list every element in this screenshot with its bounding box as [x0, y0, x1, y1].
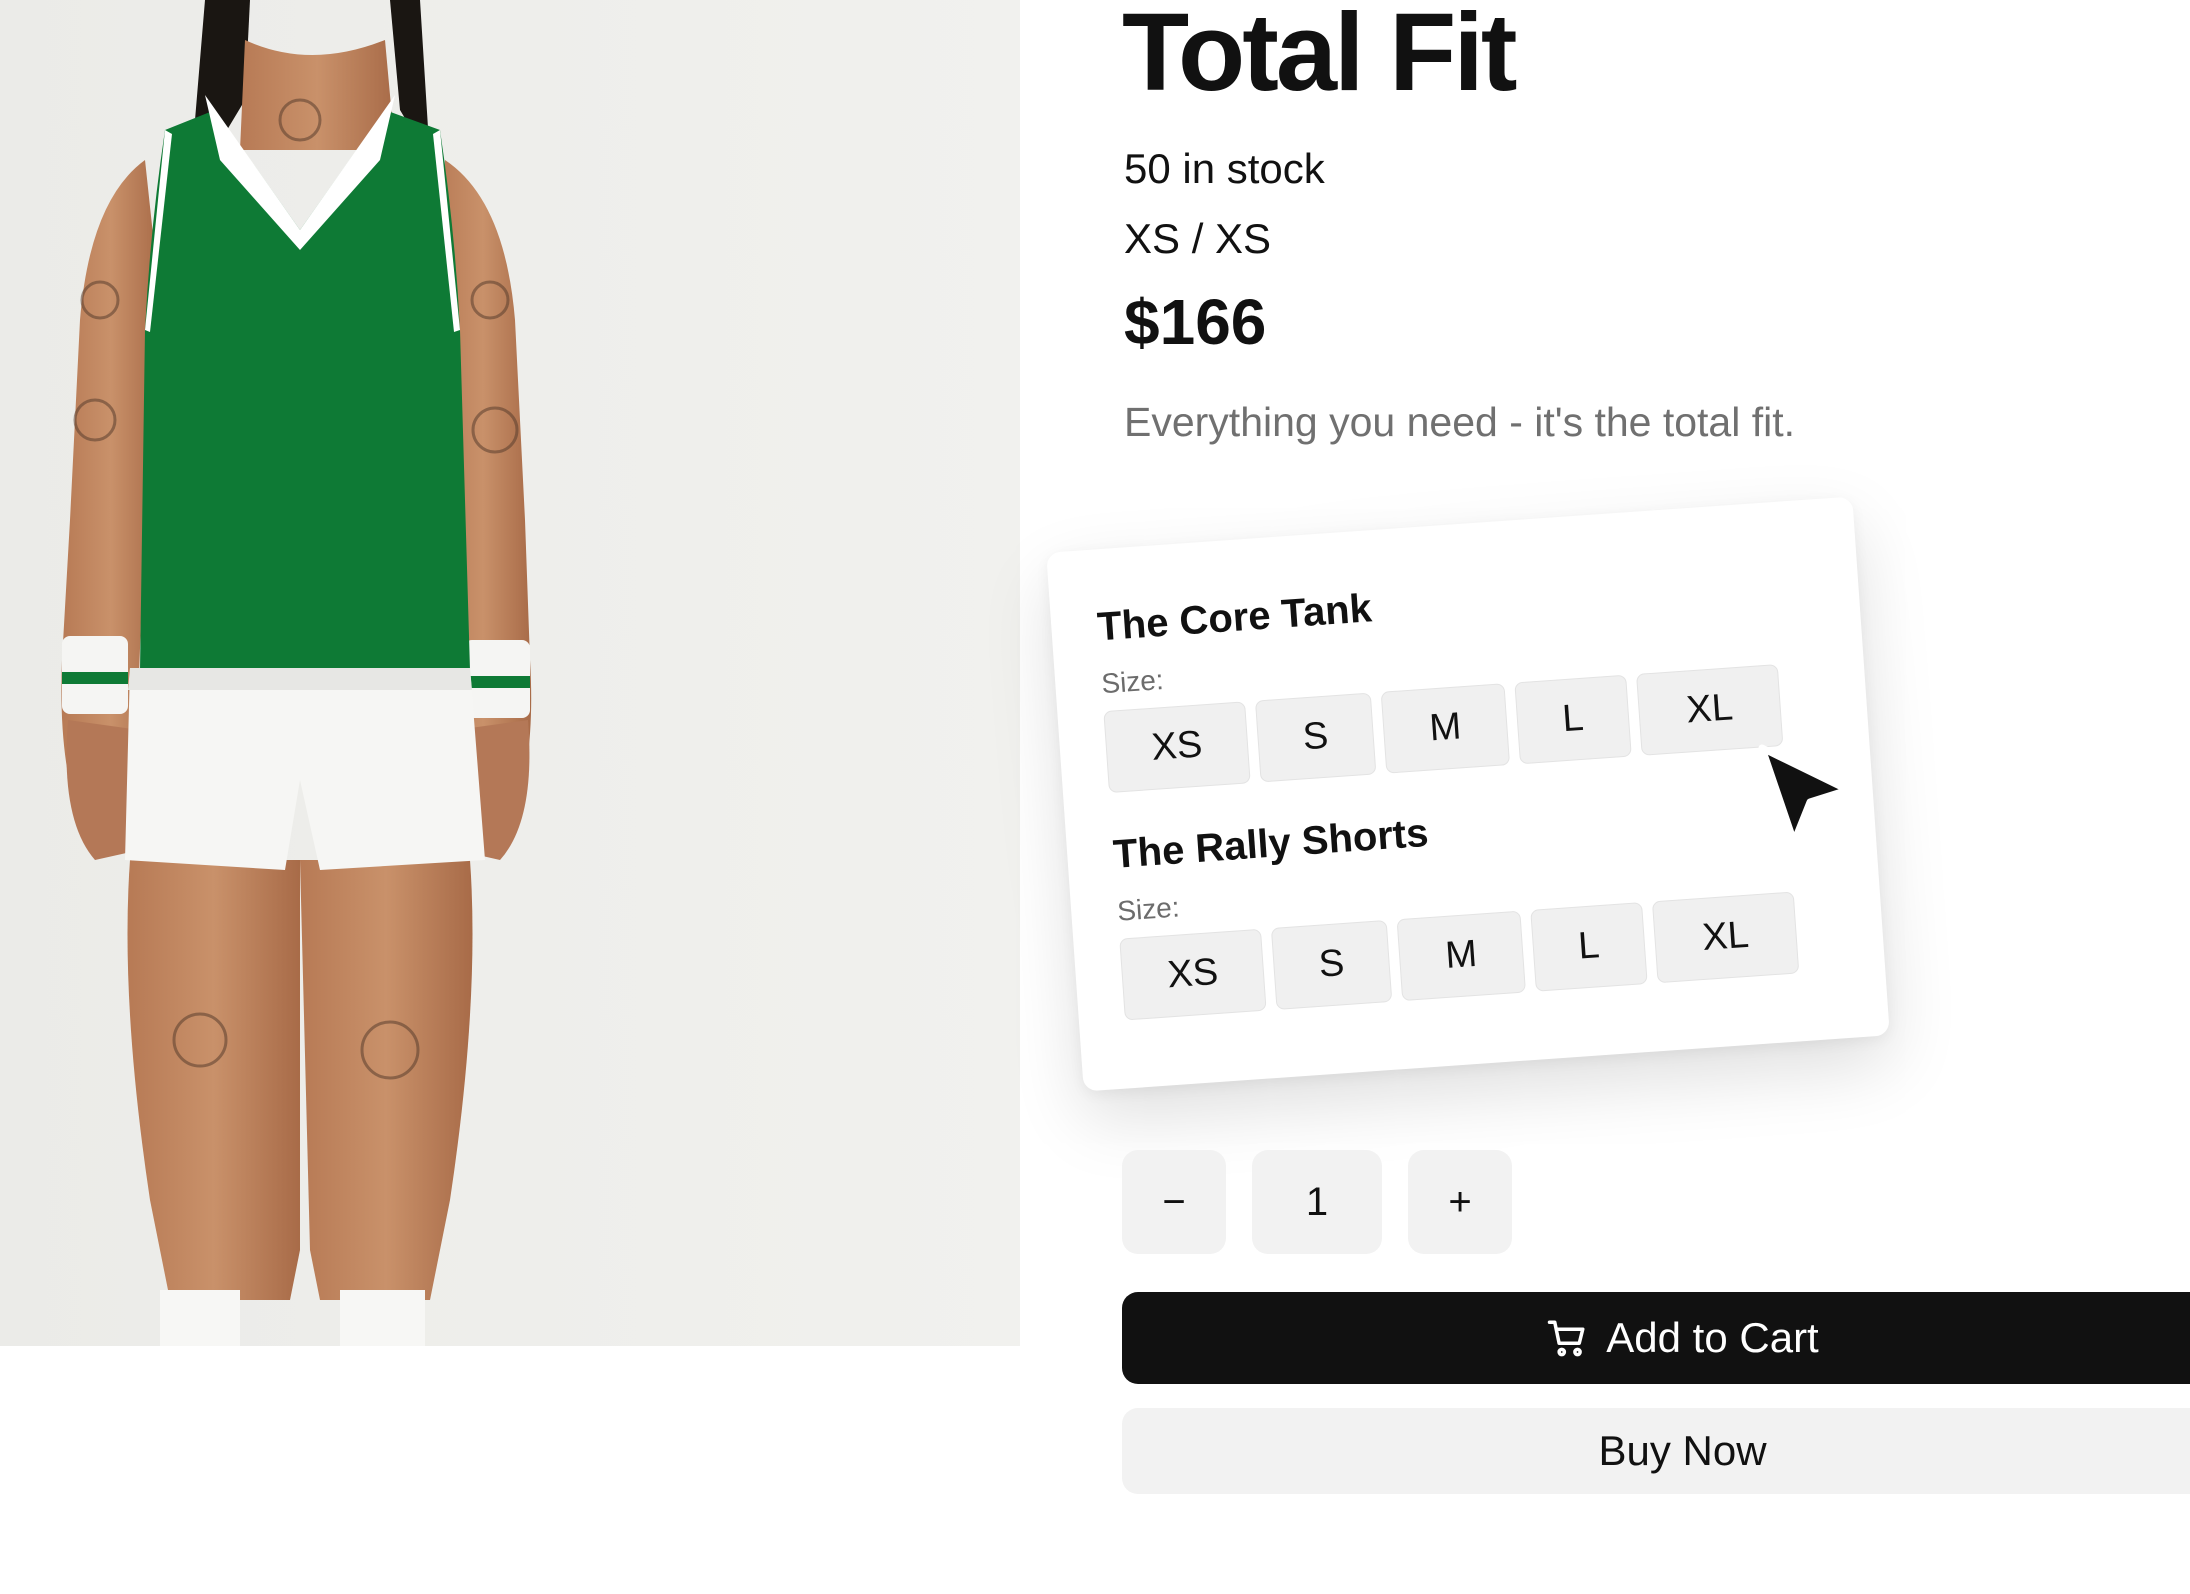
quantity-decrease-button[interactable]: −: [1122, 1150, 1226, 1254]
size-option-xs[interactable]: XS: [1119, 928, 1267, 1021]
size-option-s[interactable]: S: [1254, 692, 1377, 783]
size-option-l[interactable]: L: [1514, 674, 1632, 764]
buy-now-button[interactable]: Buy Now: [1122, 1408, 2190, 1494]
add-to-cart-label: Add to Cart: [1606, 1314, 1819, 1361]
model-photo: [0, 0, 1020, 1346]
size-option-xs[interactable]: XS: [1103, 700, 1251, 793]
size-option-l[interactable]: L: [1530, 901, 1648, 992]
size-option-xl[interactable]: XL: [1651, 891, 1800, 983]
selected-variant: XS / XS: [1124, 215, 1272, 262]
buy-now-label: Buy Now: [1598, 1427, 1767, 1474]
bundle-item-rally-shorts: The Rally Shorts Size: XS S M L XL: [1112, 784, 1800, 1021]
size-option-m[interactable]: M: [1396, 910, 1526, 1001]
product-description: Everything you need - it's the total fit…: [1124, 399, 1796, 445]
add-to-cart-button[interactable]: Add to Cart: [1122, 1292, 2190, 1384]
cursor-icon: [1758, 744, 1852, 846]
size-option-s[interactable]: S: [1270, 919, 1393, 1010]
cart-icon: [1548, 1320, 1585, 1357]
product-price: $166: [1124, 286, 1267, 358]
size-option-m[interactable]: M: [1380, 682, 1511, 774]
product-page: Total Fit 50 in stock XS / XS $166 Every…: [0, 0, 2190, 1594]
product-image: [0, 0, 1020, 1346]
quantity-value[interactable]: 1: [1252, 1150, 1382, 1254]
quantity-increase-button[interactable]: +: [1408, 1150, 1512, 1254]
product-title: Total Fit: [1122, 0, 1518, 114]
stock-status: 50 in stock: [1124, 145, 1325, 192]
bundle-item-core-tank: The Core Tank Size: XS S M L XL: [1096, 556, 1784, 793]
